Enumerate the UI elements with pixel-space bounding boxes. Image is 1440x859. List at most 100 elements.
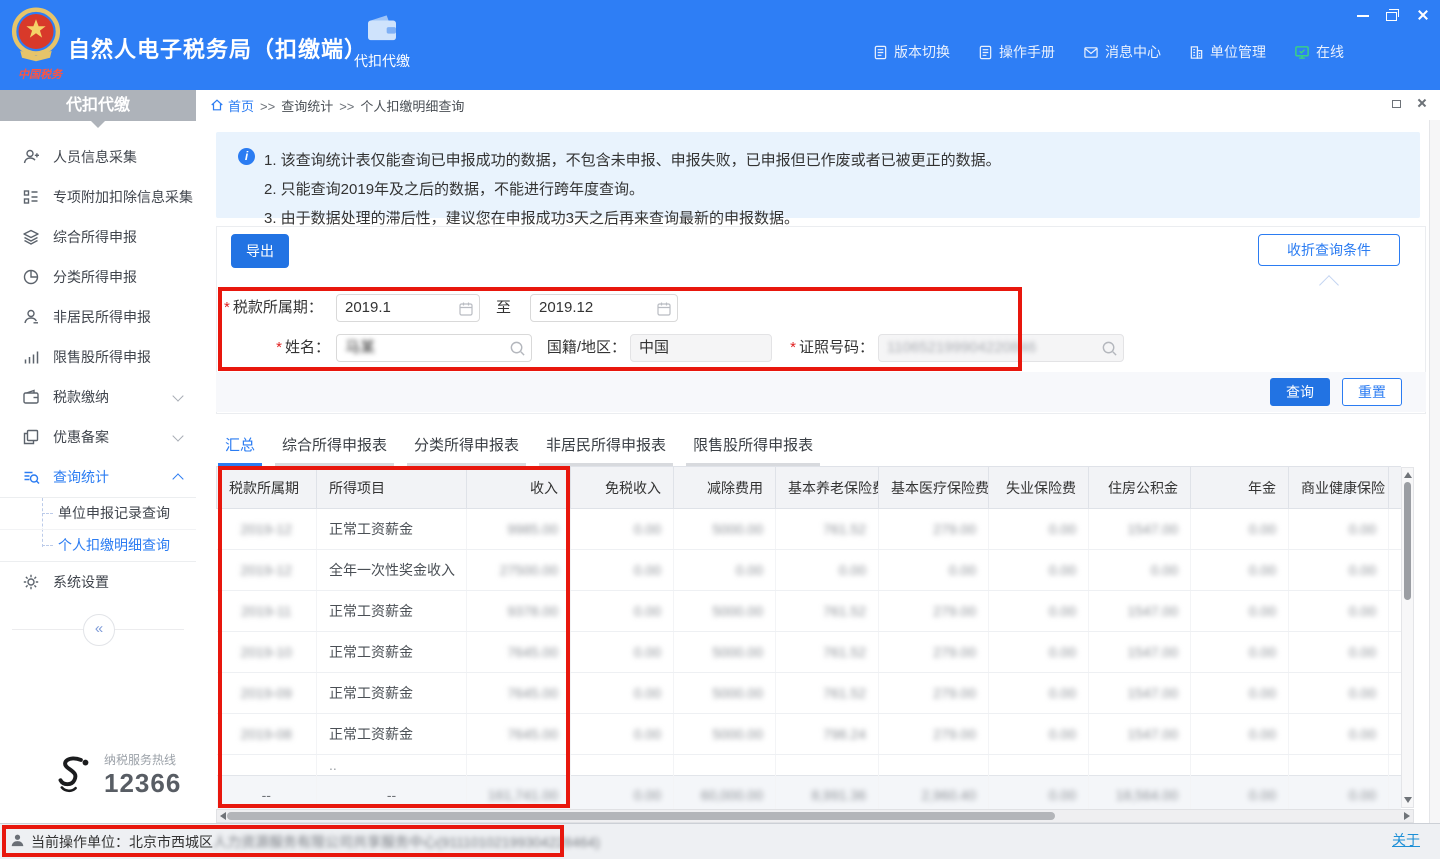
- horizontal-scroll-thumb[interactable]: [227, 812, 1055, 820]
- sidebar-item-label: 分类所得申报: [53, 267, 182, 287]
- gear-icon: [22, 573, 40, 591]
- panel-close-icon[interactable]: [1416, 97, 1428, 109]
- column-header-deduction: 减除费用: [674, 467, 776, 509]
- cell-housing_fund: 1547.00: [1089, 509, 1191, 550]
- header-menu-manual[interactable]: 操作手册: [978, 42, 1055, 62]
- close-icon[interactable]: [1416, 8, 1430, 22]
- bar-chart-icon: [22, 348, 40, 366]
- cell-period: 2019-10: [217, 632, 317, 673]
- export-button[interactable]: 导出: [231, 234, 289, 268]
- sidebar-subitem-personal-detail-query[interactable]: 个人扣缴明细查询: [0, 530, 196, 561]
- cell-value: 1547.00: [1127, 726, 1178, 742]
- sidebar-subitem-unit-record-query[interactable]: 单位申报记录查询: [0, 498, 196, 530]
- notice-line-1: 1. 该查询统计表仅能查询已申报成功的数据，不包含未申报、申报失败，已申报但已作…: [264, 146, 1404, 175]
- collapse-query-button[interactable]: 收折查询条件: [1258, 234, 1400, 266]
- cell-value: 761.52: [823, 521, 866, 537]
- panel-restore-icon[interactable]: [1390, 97, 1402, 109]
- header-menu-unit-management[interactable]: 单位管理: [1189, 42, 1266, 62]
- cell-annuity: 0.00: [1191, 673, 1289, 714]
- module-tab-withholding[interactable]: 代扣代缴: [342, 14, 422, 71]
- table-vertical-scrollbar[interactable]: [1401, 467, 1414, 808]
- table-row[interactable]: 2019-09正常工资薪金7645.000.005000.00761.52279…: [217, 673, 1402, 714]
- sidebar-item-tax-payment[interactable]: 税款缴纳: [0, 377, 196, 417]
- search-icon[interactable]: [509, 340, 526, 366]
- cell-value: 0.00: [1049, 521, 1076, 537]
- scroll-right-arrow-icon[interactable]: [1404, 812, 1410, 820]
- restore-icon[interactable]: [1386, 8, 1400, 22]
- sidebar: 代扣代缴 人员信息采集专项附加扣除信息采集综合所得申报分类所得申报非居民所得申报…: [0, 90, 197, 823]
- summary-value: 8,991.36: [812, 787, 867, 803]
- table-row[interactable]: 2019-10正常工资薪金7645.000.005000.00761.52279…: [217, 632, 1402, 673]
- scroll-left-arrow-icon[interactable]: [220, 812, 226, 820]
- tab-nonresident-table[interactable]: 非居民所得申报表: [539, 432, 673, 466]
- cell-medical: [879, 755, 989, 776]
- sidebar-item-preferential-record[interactable]: 优惠备案: [0, 417, 196, 457]
- cell-value: 全年一次性奖金收入: [329, 562, 455, 578]
- scroll-up-arrow-icon[interactable]: [1404, 472, 1412, 478]
- cell-medical: 279.00: [879, 714, 989, 755]
- table-row[interactable]: 2019-11正常工资薪金9378.000.005000.00761.52279…: [217, 591, 1402, 632]
- about-link[interactable]: 关于: [1392, 830, 1420, 850]
- header-menu-version-switch[interactable]: 版本切换: [873, 42, 950, 62]
- cell-value: 1547.00: [1127, 603, 1178, 619]
- sidebar-item-comprehensive-income[interactable]: 综合所得申报: [0, 217, 196, 257]
- required-star: *: [276, 339, 282, 356]
- table-row[interactable]: 2019-12全年一次性奖金收入27500.000.000.000.000.00…: [217, 550, 1402, 591]
- sidebar-collapse-button[interactable]: «: [83, 614, 115, 646]
- sidebar-header: 代扣代缴: [0, 90, 196, 121]
- cell-clipped: [1389, 591, 1402, 632]
- current-unit-label: 当前操作单位：: [31, 832, 129, 852]
- table-horizontal-scrollbar[interactable]: [216, 809, 1414, 823]
- sidebar-item-classified-income[interactable]: 分类所得申报: [0, 257, 196, 297]
- sidebar-item-special-deduction[interactable]: 专项附加扣除信息采集: [0, 177, 196, 217]
- cell-unemployment: [989, 755, 1089, 776]
- cell-value: 0.00: [634, 562, 661, 578]
- id-number-label: *证照号码：: [782, 334, 874, 362]
- search-icon[interactable]: [1101, 340, 1118, 366]
- info-icon: i: [238, 148, 255, 165]
- name-input[interactable]: 马某: [336, 334, 532, 362]
- breadcrumb-home[interactable]: 首页: [210, 96, 254, 115]
- id-number-input[interactable]: 110652199904220846: [878, 334, 1124, 362]
- cell-value: 0.00: [1349, 726, 1376, 742]
- cell-housing_fund: 1547.00: [1089, 591, 1191, 632]
- sidebar-item-system-settings[interactable]: 系统设置: [0, 562, 196, 602]
- table-header-row: 税款所属期所得项目收入免税收入减除费用基本养老保险费基本医疗保险费失业保险费住房…: [217, 467, 1402, 509]
- calendar-icon[interactable]: [656, 300, 672, 326]
- table-row[interactable]: 2019-12正常工资薪金9985.000.005000.00761.52279…: [217, 509, 1402, 550]
- result-table: 税款所属期所得项目收入免税收入减除费用基本养老保险费基本医疗保险费失业保险费住房…: [216, 466, 1401, 815]
- cell-annuity: 0.00: [1191, 509, 1289, 550]
- calendar-icon[interactable]: [458, 300, 474, 326]
- cell-value: 0.00: [1249, 603, 1276, 619]
- sidebar-item-query-stats[interactable]: 查询统计: [0, 457, 196, 497]
- vertical-scroll-thumb[interactable]: [1404, 482, 1411, 600]
- sidebar-item-personnel-info[interactable]: 人员信息采集: [0, 137, 196, 177]
- app-window: 中国税务 自然人电子税务局（扣缴端） 代扣代缴 版本切换操作手册消息中心单位管理…: [0, 0, 1440, 859]
- cell-commercial_health: 0.00: [1289, 509, 1389, 550]
- sidebar-item-restricted-stock[interactable]: 限售股所得申报: [0, 337, 196, 377]
- page-scrollbar[interactable]: [1429, 120, 1440, 823]
- minimize-icon[interactable]: [1356, 8, 1370, 22]
- tab-summary[interactable]: 汇总: [218, 432, 262, 466]
- sidebar-item-nonresident-income[interactable]: 非居民所得申报: [0, 297, 196, 337]
- cell-value: 0.00: [1249, 562, 1276, 578]
- tab-comprehensive-table[interactable]: 综合所得申报表: [275, 432, 394, 466]
- mail-icon: [1083, 45, 1099, 60]
- cell-clipped: [1389, 755, 1402, 776]
- tab-restricted-table[interactable]: 限售股所得申报表: [686, 432, 820, 466]
- nationality-field: 中国: [630, 334, 772, 362]
- header-menu-online-status[interactable]: 在线: [1294, 42, 1344, 62]
- table-row[interactable]: 2019-08正常工资薪金7645.000.005000.00798.24279…: [217, 714, 1402, 755]
- period-from-input[interactable]: 2019.1: [336, 294, 480, 322]
- breadcrumb-item: 查询统计: [281, 99, 333, 114]
- header-menu-message-center[interactable]: 消息中心: [1083, 42, 1161, 62]
- period-to-input[interactable]: 2019.12: [530, 294, 678, 322]
- tab-classified-table[interactable]: 分类所得申报表: [407, 432, 526, 466]
- cell-deduction: 5000.00: [674, 632, 776, 673]
- cell-taxfree: 0.00: [571, 714, 674, 755]
- name-label: *姓名：: [220, 334, 330, 362]
- reset-button[interactable]: 重置: [1342, 378, 1402, 406]
- summary-value: 0.00: [1349, 787, 1376, 803]
- query-button[interactable]: 查询: [1270, 378, 1330, 406]
- scroll-down-arrow-icon[interactable]: [1404, 797, 1412, 803]
